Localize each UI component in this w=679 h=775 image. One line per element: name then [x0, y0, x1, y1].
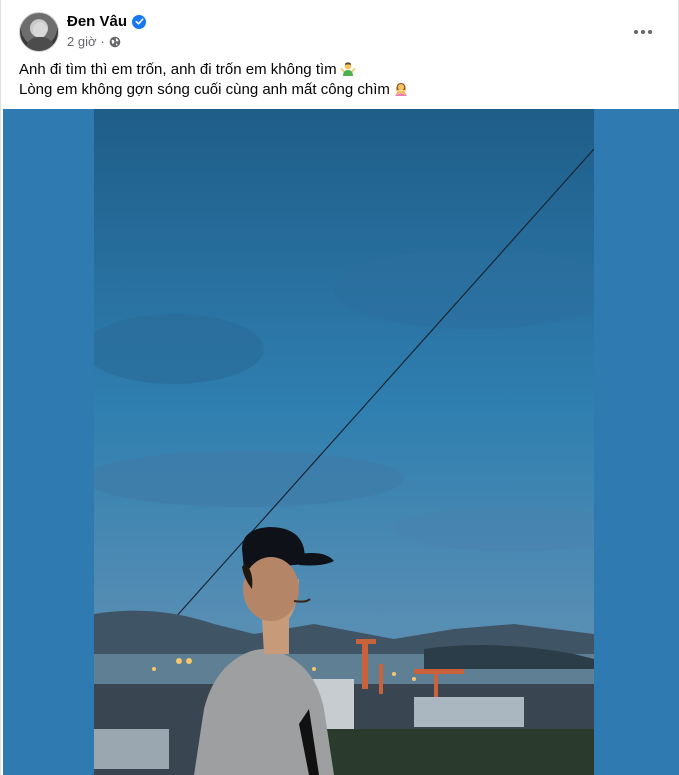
- post-header: Đen Vâu 2 giờ ·: [19, 12, 659, 54]
- post-meta: 2 giờ ·: [67, 34, 121, 49]
- meta-separator: ·: [100, 34, 105, 49]
- more-options-button[interactable]: [627, 18, 659, 46]
- post-media[interactable]: [3, 109, 679, 775]
- globe-icon[interactable]: [109, 36, 121, 48]
- post-timestamp[interactable]: 2 giờ: [67, 34, 97, 49]
- post-text-line-2: Lòng em không gợn sóng cuối cùng anh mất…: [19, 80, 409, 100]
- post-card: Đen Vâu 2 giờ · Anh đi tìm thì em trốn, …: [0, 0, 679, 775]
- post-text-line-1: Anh đi tìm thì em trốn, anh đi trốn em k…: [19, 60, 409, 80]
- post-text-line-1-content: Anh đi tìm thì em trốn, anh đi trốn em k…: [19, 61, 337, 78]
- verified-badge-icon: [132, 14, 147, 29]
- avatar[interactable]: [19, 12, 59, 52]
- author-name[interactable]: Đen Vâu: [67, 13, 127, 30]
- post-photo[interactable]: [94, 109, 594, 775]
- woman-gesturing-no-emoji-icon: [393, 81, 409, 97]
- man-shrugging-emoji-icon: [340, 61, 356, 77]
- post-text: Anh đi tìm thì em trốn, anh đi trốn em k…: [19, 60, 409, 100]
- post-text-line-2-content: Lòng em không gợn sóng cuối cùng anh mất…: [19, 81, 390, 98]
- photo-illustration: [94, 109, 594, 775]
- more-options-icon: [634, 30, 638, 34]
- author-line: Đen Vâu: [67, 13, 147, 30]
